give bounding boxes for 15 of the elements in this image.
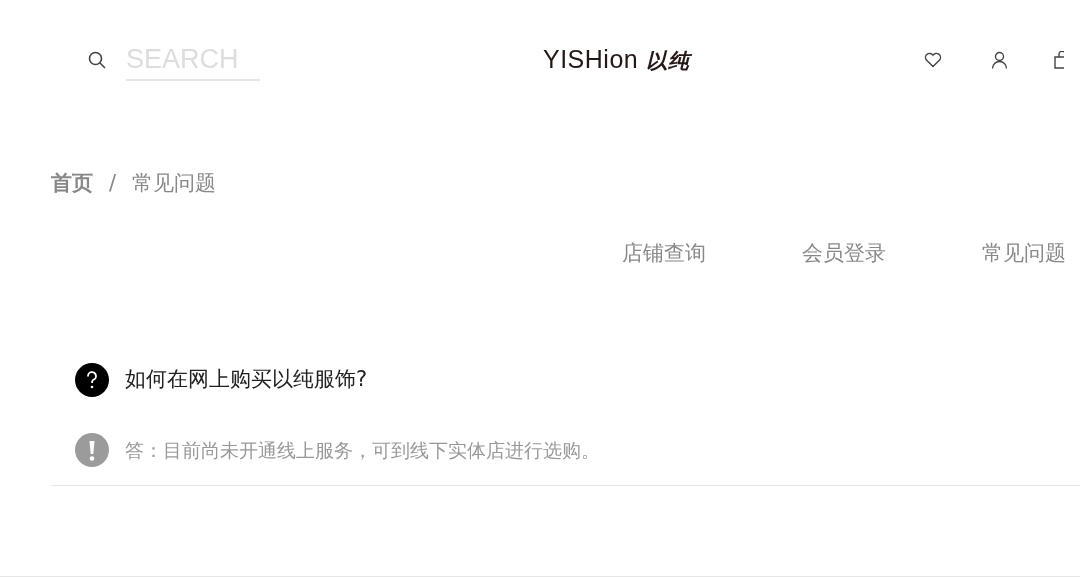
bag-icon[interactable] — [1054, 51, 1065, 69]
nav-link[interactable]: 店铺查询 — [622, 237, 706, 269]
logo[interactable]: YISHion 以纯 — [543, 41, 690, 79]
nav-link[interactable]: 常见问题 — [982, 237, 1066, 269]
faq-answer: 答：目前尚未开通线上服务，可到线下实体店进行选购。 — [125, 437, 600, 463]
heart-icon[interactable] — [924, 52, 943, 68]
question-icon — [75, 363, 109, 397]
user-icon[interactable] — [991, 51, 1009, 69]
search-icon[interactable] — [88, 51, 106, 69]
breadcrumb-link[interactable]: 首页 — [51, 168, 93, 200]
exclamation-icon — [75, 433, 109, 467]
breadcrumb-separator: / — [109, 170, 117, 197]
nav-link[interactable]: 会员登录 — [802, 237, 886, 269]
faq-question: 如何在网上购买以纯服饰? — [125, 366, 368, 394]
breadcrumb-current: 常见问题 — [132, 170, 217, 197]
